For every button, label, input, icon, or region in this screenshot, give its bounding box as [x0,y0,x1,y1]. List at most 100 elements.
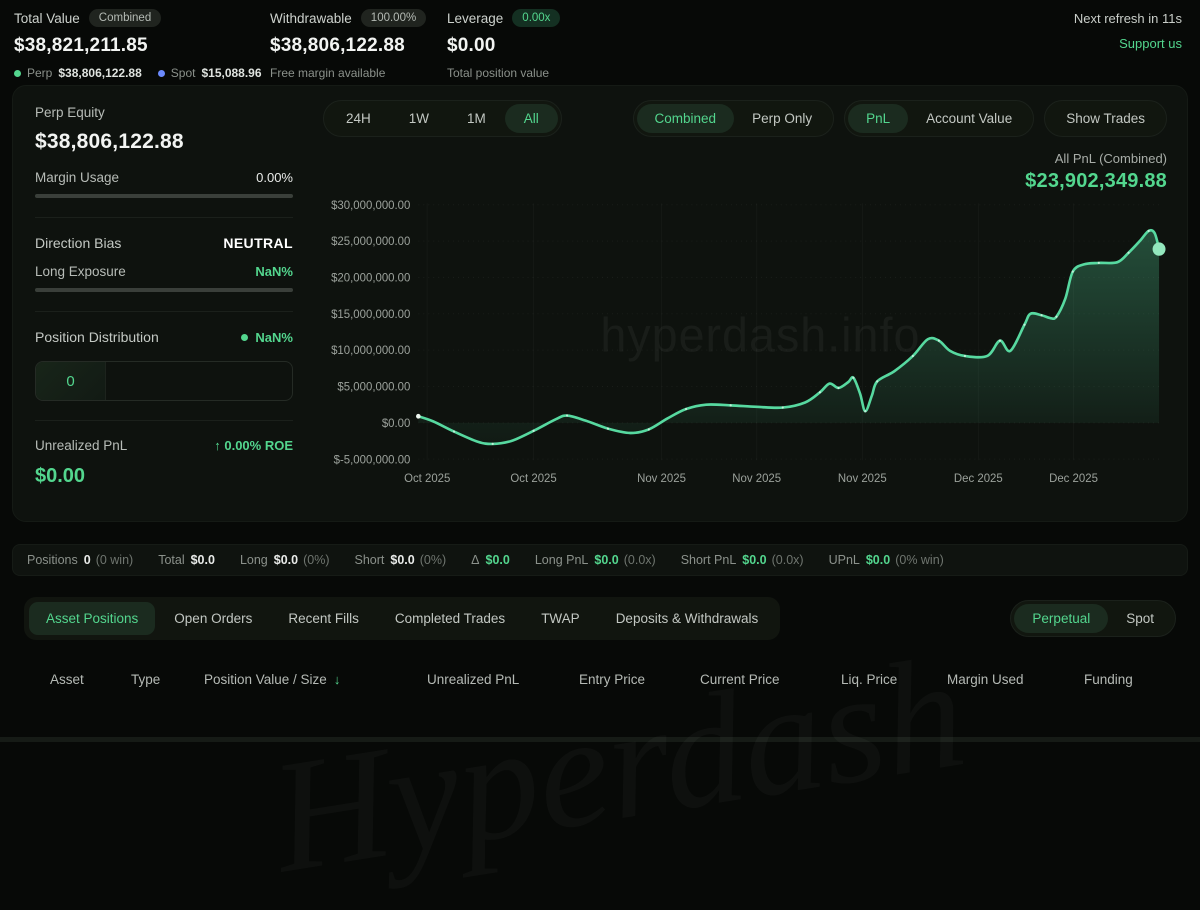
range-24h-button[interactable]: 24H [327,104,390,133]
combined-badge: Combined [89,9,161,27]
mode-selector: Combined Perp Only [633,100,835,137]
page-watermark: Hyperdash [260,619,977,910]
svg-text:$15,000,000.00: $15,000,000.00 [331,308,410,321]
spot-label: Spot [171,66,196,80]
svg-text:$5,000,000.00: $5,000,000.00 [337,380,410,393]
spot-button[interactable]: Spot [1108,604,1172,633]
spot-value: $15,088.96 [201,66,261,80]
stats-item: Positions0(0 win) [27,553,133,567]
range-1m-button[interactable]: 1M [448,104,505,133]
svg-text:hyperdash.info: hyperdash.info [600,309,920,363]
bottom-divider [0,737,1200,742]
perp-equity-section: Perp Equity $38,806,122.88 Margin Usage … [35,88,293,218]
direction-bias-value: NEUTRAL [223,235,293,251]
svg-text:$20,000,000.00: $20,000,000.00 [331,271,410,284]
pnl-chart[interactable]: Oct 2025 Oct 2025 Nov 2025 Nov 2025 Nov 2025… [323,195,1167,488]
long-exposure-bar [35,288,293,292]
perp-equity-label: Perp Equity [35,105,293,120]
support-us-link[interactable]: Support us [1074,36,1182,51]
distribution-zero-segment: 0 [36,362,106,400]
col-asset[interactable]: Asset [50,672,131,687]
leverage-label: Leverage [447,11,503,26]
perp-value: $38,806,122.88 [58,66,141,80]
pnl-summary-label: All PnL (Combined) [323,151,1167,166]
pnl-summary-value: $23,902,349.88 [323,170,1167,193]
withdrawable-label: Withdrawable [270,11,352,26]
mode-perp-only-button[interactable]: Perp Only [734,104,830,133]
tabs-row: Asset Positions Open Orders Recent Fills… [24,597,1176,640]
positions-table-header: Asset Type Position Value / Size↓ Unreal… [24,672,1176,687]
refresh-countdown: Next refresh in 11s [1074,11,1182,26]
withdrawable-block: Withdrawable 100.00% $38,806,122.88 Free… [270,9,447,80]
svg-text:$-5,000,000.00: $-5,000,000.00 [334,453,411,466]
show-trades-group: Show Trades [1044,100,1167,137]
svg-text:Nov 2025: Nov 2025 [637,472,686,485]
stats-item: UPnL$0.0(0% win) [829,553,944,567]
perpetual-button[interactable]: Perpetual [1014,604,1108,633]
leverage-sub: Total position value [447,66,560,80]
leverage-badge: 0.00x [512,9,560,27]
stats-item: Short PnL$0.0(0.0x) [681,553,804,567]
stats-item: Δ$0.0 [471,553,510,567]
col-unrealized-pnl[interactable]: Unrealized PnL [427,672,579,687]
margin-usage-bar [35,194,293,198]
svg-text:Dec 2025: Dec 2025 [1049,472,1098,485]
total-value-block: Total Value Combined $38,821,211.85 Perp… [14,9,270,80]
range-1w-button[interactable]: 1W [390,104,448,133]
metric-account-value-button[interactable]: Account Value [908,104,1030,133]
leverage-block: Leverage 0.00x $0.00 Total position valu… [447,9,560,80]
chart-section: 24H 1W 1M All Combined Perp Only PnL Acc… [315,86,1187,521]
spot-dot-icon [158,70,165,77]
sort-desc-icon: ↓ [334,672,341,687]
stats-item: Long PnL$0.0(0.0x) [535,553,656,567]
range-all-button[interactable]: All [505,104,558,133]
tab-twap[interactable]: TWAP [524,602,597,635]
metric-pnl-button[interactable]: PnL [848,104,908,133]
long-exposure-label: Long Exposure [35,264,126,279]
long-exposure-value: NaN% [255,264,293,279]
stats-item: Short$0.0(0%) [355,553,447,567]
col-margin-used[interactable]: Margin Used [947,672,1084,687]
leverage-amount: $0.00 [447,35,560,57]
withdrawable-badge: 100.00% [361,9,426,27]
tab-asset-positions[interactable]: Asset Positions [29,602,155,635]
svg-text:Nov 2025: Nov 2025 [838,472,887,485]
svg-text:Nov 2025: Nov 2025 [732,472,781,485]
unrealized-pnl-section: Unrealized PnL ↑ 0.00% ROE $0.00 [35,421,293,507]
perp-equity-value: $38,806,122.88 [35,130,293,154]
tab-completed-trades[interactable]: Completed Trades [378,602,522,635]
col-type[interactable]: Type [131,672,204,687]
roe-value: ↑ 0.00% ROE [214,438,293,453]
tab-open-orders[interactable]: Open Orders [157,602,269,635]
col-liq-price[interactable]: Liq. Price [841,672,947,687]
svg-text:Oct 2025: Oct 2025 [510,472,556,485]
pnl-summary: All PnL (Combined) $23,902,349.88 [323,151,1167,193]
margin-usage-value: 0.00% [256,170,293,185]
range-selector: 24H 1W 1M All [323,100,562,137]
col-current-price[interactable]: Current Price [700,672,841,687]
section-tabs: Asset Positions Open Orders Recent Fills… [24,597,780,640]
perp-label: Perp [27,66,52,80]
col-funding[interactable]: Funding [1084,672,1176,687]
svg-text:Oct 2025: Oct 2025 [404,472,450,485]
tab-deposits-withdrawals[interactable]: Deposits & Withdrawals [599,602,776,635]
withdrawable-sub: Free margin available [270,66,447,80]
account-sidebar: Perp Equity $38,806,122.88 Margin Usage … [13,86,315,521]
direction-bias-section: Direction Bias NEUTRAL Long Exposure NaN… [35,218,293,312]
main-panel: Perp Equity $38,806,122.88 Margin Usage … [12,85,1188,522]
tab-recent-fills[interactable]: Recent Fills [271,602,376,635]
col-position-value-size[interactable]: Position Value / Size↓ [204,672,427,687]
svg-text:$30,000,000.00: $30,000,000.00 [331,199,410,212]
unrealized-pnl-label: Unrealized PnL [35,438,127,453]
distribution-dot-icon [241,334,248,341]
margin-usage-label: Margin Usage [35,170,119,185]
svg-text:Dec 2025: Dec 2025 [954,472,1003,485]
show-trades-button[interactable]: Show Trades [1048,104,1163,133]
mode-combined-button[interactable]: Combined [637,104,735,133]
col-entry-price[interactable]: Entry Price [579,672,700,687]
svg-text:$10,000,000.00: $10,000,000.00 [331,344,410,357]
withdrawable-amount: $38,806,122.88 [270,35,447,57]
perp-dot-icon [14,70,21,77]
total-value-label: Total Value [14,11,80,26]
stats-item: Long$0.0(0%) [240,553,330,567]
